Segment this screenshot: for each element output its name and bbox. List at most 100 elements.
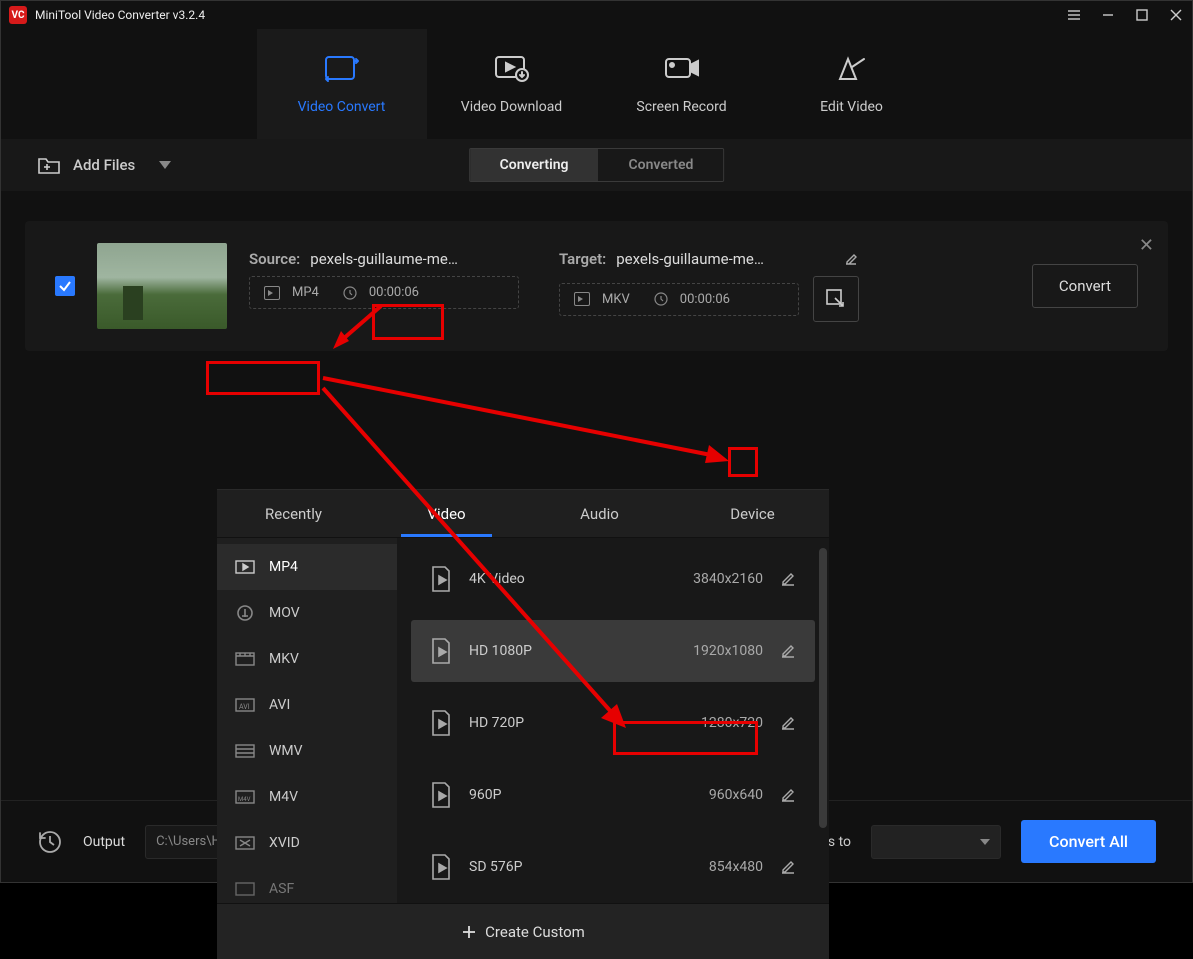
edit-icon[interactable] [779,570,797,588]
target-label: Target: [559,250,606,268]
target-format: MKV [602,292,630,307]
video-download-icon [494,53,530,83]
chevron-down-icon [980,839,990,845]
file-play-icon [429,565,453,593]
mov-icon [235,604,255,622]
check-icon [58,279,72,293]
titlebar: VC MiniTool Video Converter v3.2.4 [1,1,1192,29]
history-icon[interactable] [37,829,63,855]
file-play-icon [429,853,453,881]
edit-icon[interactable] [779,858,797,876]
popup-footer: Create Custom [217,903,829,959]
maximize-icon[interactable] [1134,7,1150,23]
popup-tab-video[interactable]: Video [370,490,523,537]
tab-converting[interactable]: Converting [470,149,599,181]
close-icon[interactable] [1168,7,1184,23]
popup-tabs: Recently Video Audio Device [217,490,829,538]
preset-1080p[interactable]: HD 1080P 1920x1080 [411,620,815,682]
format-item-asf[interactable]: ASF [217,866,397,903]
format-item-mkv[interactable]: MKV [217,636,397,682]
mp4-icon [235,558,255,576]
preset-4k[interactable]: 4K Video 3840x2160 [411,548,815,610]
source-filename: pexels-guillaume-me… [310,250,458,268]
screen-record-icon [664,53,700,83]
format-icon [574,292,590,306]
format-icon [264,286,280,300]
m4v-icon: M4V [235,788,255,806]
format-item-xvid[interactable]: XVID [217,820,397,866]
main-tabs: Video Convert Video Download Screen Reco… [1,29,1192,139]
output-label: Output [83,834,125,850]
remove-file-icon[interactable]: ✕ [1139,235,1154,256]
preset-960p[interactable]: 960P 960x640 [411,764,815,826]
file-card: Source: pexels-guillaume-me… MP4 00:00:0… [25,221,1168,351]
file-play-icon [429,781,453,809]
tab-label: Video Convert [298,99,386,115]
file-play-icon [429,637,453,665]
svg-text:M4V: M4V [238,796,251,803]
preset-list[interactable]: 4K Video 3840x2160 HD 1080P 1920x1080 HD… [397,538,829,903]
tab-screen-record[interactable]: Screen Record [597,29,767,139]
annotation-arrow [321,373,731,468]
chevron-down-icon[interactable] [159,161,171,169]
mkv-icon [235,650,255,668]
format-item-mp4[interactable]: MP4 [217,544,397,590]
app-window: VC MiniTool Video Converter v3.2.4 Video… [0,0,1193,883]
clock-icon [654,292,668,306]
preset-576p[interactable]: SD 576P 854x480 [411,836,815,898]
target-format-picker[interactable] [813,276,859,322]
add-files-button[interactable]: Add Files [37,155,171,175]
minimize-icon[interactable] [1100,7,1116,23]
tab-edit-video[interactable]: Edit Video [767,29,937,139]
svg-text:AVI: AVI [239,703,250,711]
toolbar: Add Files Converting Converted [1,139,1192,191]
format-popup: Recently Video Audio Device MP4 MOV [217,489,829,959]
status-tabs: Converting Converted [469,148,725,182]
tab-converted[interactable]: Converted [599,149,724,181]
format-item-avi[interactable]: AVI AVI [217,682,397,728]
format-item-mov[interactable]: MOV [217,590,397,636]
edit-icon[interactable] [843,251,859,267]
app-title: MiniTool Video Converter v3.2.4 [35,8,1066,22]
format-item-m4v[interactable]: M4V M4V [217,774,397,820]
convert-all-button[interactable]: Convert All [1021,820,1156,863]
popup-tab-recently[interactable]: Recently [217,490,370,537]
annotation-box [206,361,320,395]
video-convert-icon [324,53,360,83]
edit-icon[interactable] [779,714,797,732]
file-checkbox[interactable] [55,276,75,296]
target-duration: 00:00:06 [680,292,730,307]
popup-tab-audio[interactable]: Audio [523,490,676,537]
video-thumbnail[interactable] [97,243,227,329]
clock-icon [343,286,357,300]
tab-label: Edit Video [820,99,883,115]
avi-icon: AVI [235,696,255,714]
edit-icon[interactable] [779,642,797,660]
convert-all-format-select[interactable] [871,825,1001,859]
plus-icon [461,924,477,940]
wmv-icon [235,742,255,760]
target-details: MKV 00:00:06 [559,283,799,316]
content-area: Source: pexels-guillaume-me… MP4 00:00:0… [1,191,1192,800]
window-controls [1066,7,1184,23]
target-filename: pexels-guillaume-me… [616,250,764,268]
preset-720p[interactable]: HD 720P 1280x720 [411,692,815,754]
create-custom-button[interactable]: Create Custom [447,917,599,947]
tab-video-download[interactable]: Video Download [427,29,597,139]
popup-tab-device[interactable]: Device [676,490,829,537]
annotation-box [728,447,758,477]
source-duration: 00:00:06 [369,285,419,300]
scrollbar[interactable] [819,548,827,828]
tab-video-convert[interactable]: Video Convert [257,29,427,139]
source-label: Source: [249,250,300,268]
app-logo-icon: VC [9,6,27,24]
hamburger-icon[interactable] [1066,7,1082,23]
xvid-icon [235,834,255,852]
tab-label: Video Download [461,99,562,115]
edit-icon[interactable] [779,786,797,804]
add-files-icon [37,155,61,175]
add-files-label: Add Files [73,156,135,174]
format-list[interactable]: MP4 MOV MKV AVI AVI [217,538,397,903]
convert-button[interactable]: Convert [1032,264,1138,308]
format-item-wmv[interactable]: WMV [217,728,397,774]
